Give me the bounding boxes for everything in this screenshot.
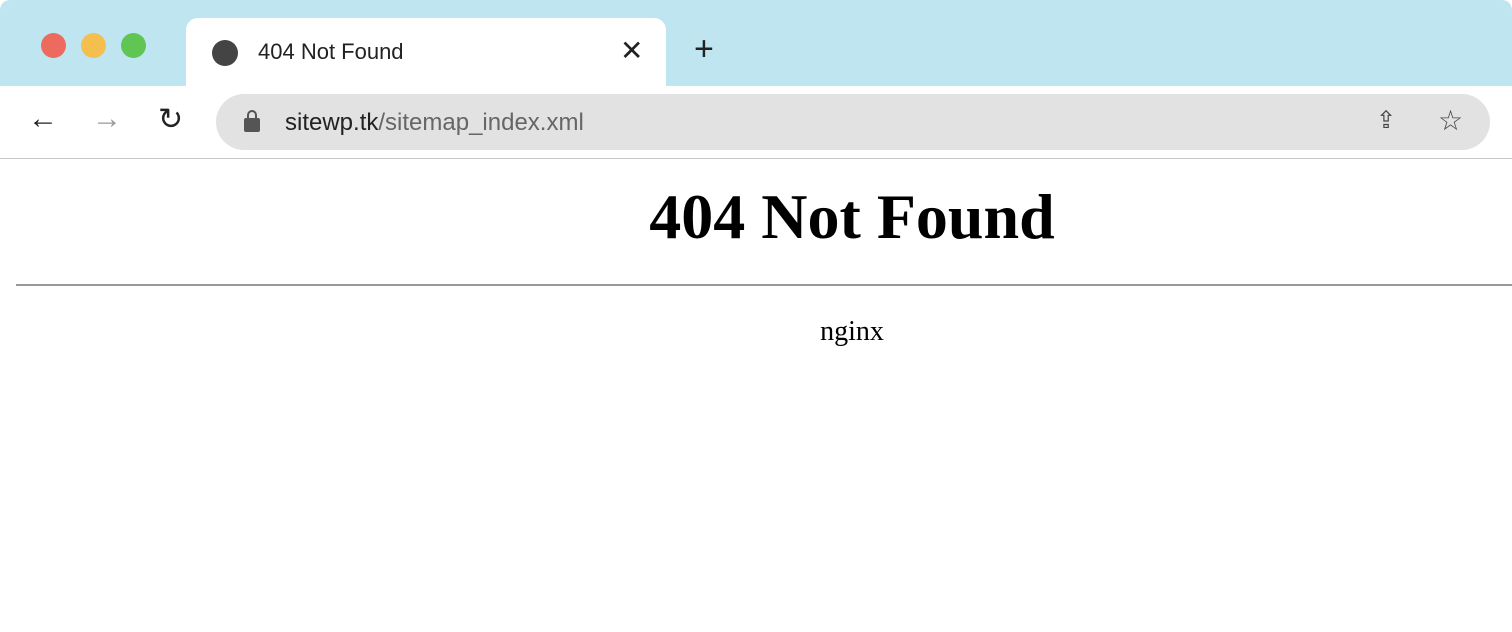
star-icon[interactable]: ☆ — [1438, 104, 1463, 137]
back-icon[interactable]: ← — [28, 102, 58, 136]
tab-bar: 404 Not Found ✕ + — [0, 0, 1512, 86]
zoom-window-button[interactable] — [121, 33, 146, 58]
divider — [16, 284, 1512, 286]
minimize-window-button[interactable] — [81, 33, 106, 58]
globe-icon — [212, 40, 238, 66]
url-host: sitewp.tk — [285, 109, 379, 136]
toolbar: ← → ↻ sitewp.tk/sitemap_index.xml ⇪ ☆ — [0, 86, 1512, 159]
reload-icon[interactable]: ↻ — [158, 102, 183, 137]
server-name: nginx — [820, 316, 884, 347]
lock-icon — [244, 110, 260, 132]
share-icon[interactable]: ⇪ — [1376, 106, 1396, 135]
close-tab-icon[interactable]: ✕ — [620, 34, 643, 67]
close-window-button[interactable] — [41, 33, 66, 58]
address-bar[interactable]: sitewp.tk/sitemap_index.xml ⇪ ☆ — [216, 94, 1490, 150]
url-text[interactable]: sitewp.tk/sitemap_index.xml — [285, 109, 584, 137]
url-path: /sitemap_index.xml — [378, 109, 584, 136]
forward-icon[interactable]: → — [92, 102, 122, 136]
tab-title: 404 Not Found — [258, 39, 404, 64]
page-heading: 404 Not Found — [649, 181, 1055, 252]
tab-active[interactable]: 404 Not Found ✕ — [186, 18, 666, 86]
new-tab-icon[interactable]: + — [694, 30, 714, 69]
